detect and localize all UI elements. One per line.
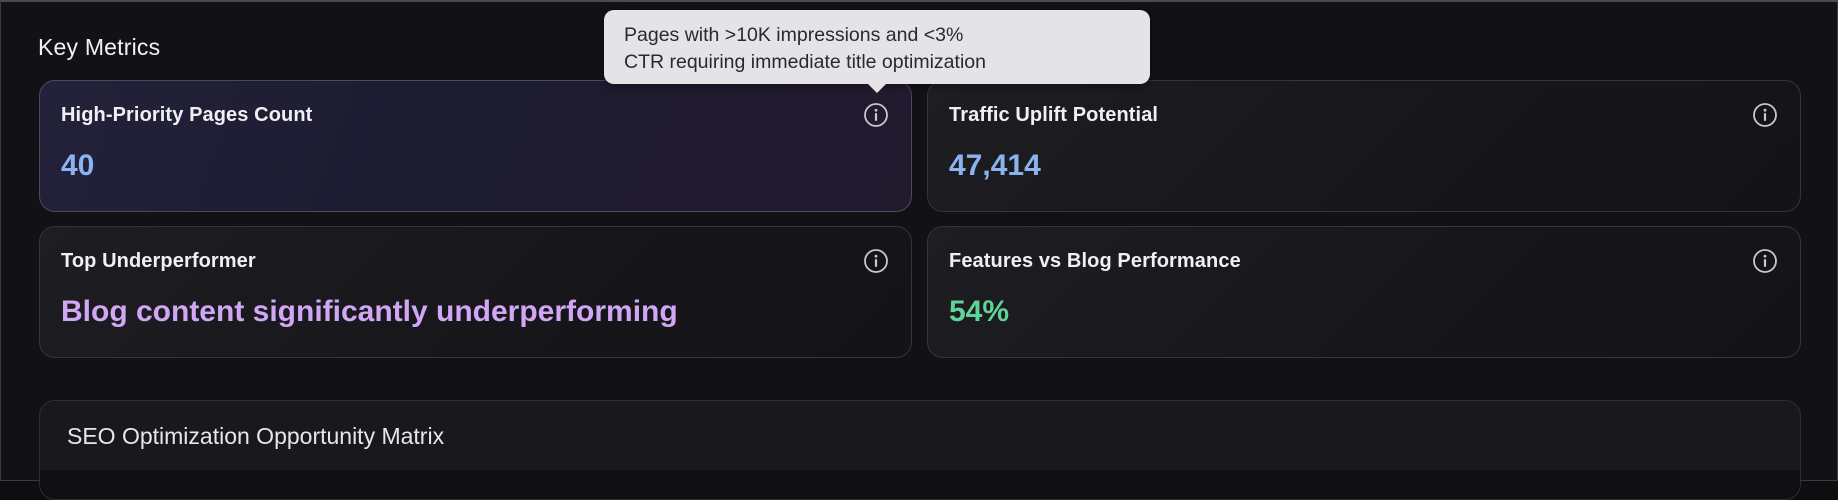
metric-card-label: Traffic Uplift Potential <box>949 104 1159 126</box>
info-icon[interactable] <box>1752 102 1778 128</box>
info-icon[interactable] <box>863 248 889 274</box>
tooltip-line: CTR requiring immediate title optimizati… <box>624 51 986 73</box>
metric-card-features-vs-blog[interactable]: Features vs Blog Performance 54% <box>927 226 1801 358</box>
metric-card-top-underperformer[interactable]: Top Underperformer Blog content signific… <box>39 226 912 358</box>
metric-card-value: 54% <box>949 295 1010 328</box>
info-icon[interactable] <box>863 102 889 128</box>
metric-card-label: Features vs Blog Performance <box>949 250 1241 272</box>
tooltip-arrow <box>867 83 887 93</box>
opportunity-matrix-panel: SEO Optimization Opportunity Matrix <box>39 400 1801 500</box>
metric-card-label: Top Underperformer <box>61 250 256 272</box>
metric-card-traffic-uplift[interactable]: Traffic Uplift Potential 47,414 <box>927 80 1801 212</box>
metric-card-label: High-Priority Pages Count <box>61 104 313 126</box>
dashboard-frame: Key Metrics High-Priority Pages Count 40… <box>0 0 1838 500</box>
metric-card-value: Blog content significantly underperformi… <box>61 295 678 328</box>
matrix-title: SEO Optimization Opportunity Matrix <box>67 423 445 449</box>
metric-card-value: 47,414 <box>949 149 1041 182</box>
metric-card-high-priority-pages[interactable]: High-Priority Pages Count 40 <box>39 80 912 212</box>
section-title: Key Metrics <box>38 34 161 60</box>
metric-card-value: 40 <box>61 149 95 182</box>
info-icon[interactable] <box>1752 248 1778 274</box>
tooltip-line: Pages with >10K impressions and <3% <box>624 24 964 46</box>
info-tooltip: Pages with >10K impressions and <3% CTR … <box>604 10 1150 84</box>
matrix-body <box>40 470 1800 499</box>
